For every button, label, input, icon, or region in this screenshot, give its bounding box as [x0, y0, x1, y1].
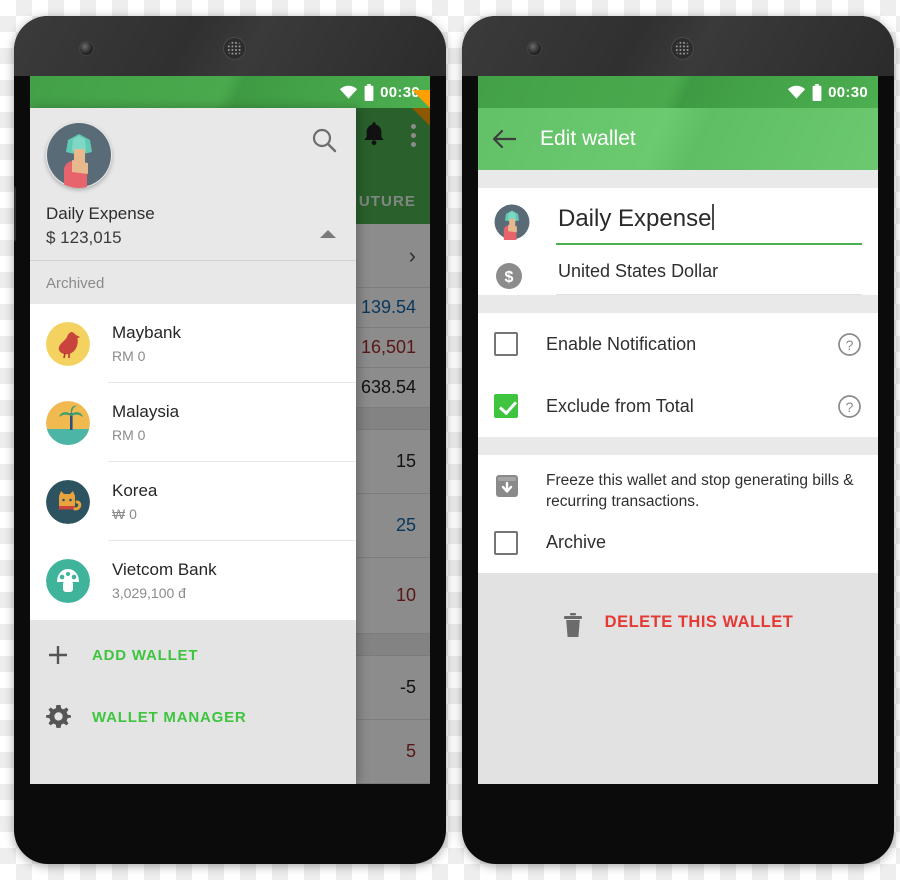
archive-card: Freeze this wallet and stop generating b… — [478, 455, 878, 573]
wallet-balance: 3,029,100 đ — [112, 585, 186, 601]
currency-field-body: United States Dollar — [556, 245, 862, 295]
page-title: Edit wallet — [540, 127, 636, 150]
delete-wallet-button[interactable]: DELETE THIS WALLET — [478, 572, 878, 784]
help-circle-icon[interactable]: ? — [837, 332, 862, 357]
archive-row[interactable]: Archive — [478, 513, 878, 573]
phone-bezel-top — [462, 16, 894, 76]
list-item-text: Maybank RM 0 — [112, 323, 181, 364]
earpiece-speaker-icon — [223, 37, 246, 60]
money-hand-avatar-icon — [494, 204, 530, 240]
text-cursor — [712, 204, 715, 230]
drawer-actions: ADD WALLET WALLET MANAGER — [30, 620, 356, 784]
left-screen: 00:30 UTURE › 139.54 16,501 638.54 15 25… — [30, 76, 430, 784]
drawer-wallet-balance: $ 123,015 — [46, 228, 122, 247]
wallet-list: Maybank RM 0 Malaysia RM 0 Korea ₩ 0 Vie… — [30, 304, 356, 620]
money-hand-avatar-icon — [47, 123, 111, 188]
list-item[interactable]: Vietcom Bank 3,029,100 đ — [30, 541, 356, 620]
dollar-coin-icon: $ — [496, 263, 522, 289]
mushroom-avatar-icon — [46, 558, 90, 603]
exclude-from-total-label: Exclude from Total — [546, 395, 694, 416]
status-bar-time: 00:30 — [828, 83, 868, 101]
wallet-name-row[interactable]: Daily Expense — [478, 188, 878, 245]
exclude-from-total-checkbox[interactable] — [494, 394, 518, 418]
add-wallet-label: ADD WALLET — [92, 646, 199, 664]
front-camera-icon — [528, 42, 541, 55]
trash-icon — [563, 612, 582, 637]
archive-box-icon — [496, 475, 518, 497]
bird-avatar-icon — [46, 321, 90, 366]
archive-checkbox[interactable] — [494, 530, 518, 555]
wallet-name: Maybank — [112, 323, 181, 342]
search-icon — [312, 128, 337, 153]
archive-label: Archive — [546, 532, 607, 553]
edit-wallet-screen: Edit wallet Daily Expense $ United State… — [478, 108, 878, 784]
help-circle-icon[interactable]: ? — [837, 394, 862, 419]
list-item[interactable]: Malaysia RM 0 — [30, 383, 356, 462]
wallet-info-card: Daily Expense $ United States Dollar — [478, 188, 878, 295]
plus-icon — [46, 643, 92, 667]
enable-notification-checkbox[interactable] — [494, 332, 518, 356]
front-camera-icon — [80, 42, 93, 55]
status-bar-right: 00:30 — [478, 76, 878, 108]
drawer-wallet-name: Daily Expense — [46, 204, 155, 223]
battery-icon — [364, 83, 374, 101]
spacer — [478, 437, 878, 455]
spacer — [478, 170, 878, 188]
gear-icon — [46, 704, 92, 730]
wallet-name: Malaysia — [112, 402, 180, 421]
freeze-description-row: Freeze this wallet and stop generating b… — [478, 455, 878, 513]
earpiece-speaker-icon — [671, 37, 694, 60]
volume-button[interactable] — [14, 186, 16, 242]
cat-avatar-icon — [46, 479, 90, 524]
list-item-text: Korea ₩ 0 — [112, 481, 157, 522]
wallet-name: Korea — [112, 481, 158, 500]
phone-left: 00:30 UTURE › 139.54 16,501 638.54 15 25… — [14, 16, 446, 864]
add-wallet-button[interactable]: ADD WALLET — [30, 624, 356, 686]
right-screen: 00:30 Edit wallet Daily Expense $ United… — [478, 76, 878, 784]
app-bar: Edit wallet — [478, 108, 878, 170]
wallet-name-input[interactable]: Daily Expense — [556, 188, 862, 245]
wallet-name-field-body: Daily Expense — [556, 188, 862, 245]
drawer-header[interactable]: Daily Expense $ 123,015 — [30, 108, 356, 260]
phone-right: 00:30 Edit wallet Daily Expense $ United… — [462, 16, 894, 864]
wallet-name-value: Daily Expense — [558, 205, 712, 232]
spacer — [478, 295, 878, 313]
freeze-description: Freeze this wallet and stop generating b… — [546, 472, 854, 510]
field-icon: $ — [494, 245, 556, 291]
options-card: Enable Notification ? Exclude from Total… — [478, 313, 878, 437]
exclude-from-total-row[interactable]: Exclude from Total ? — [478, 375, 878, 437]
list-item[interactable]: Maybank RM 0 — [30, 304, 356, 383]
battery-icon — [812, 83, 822, 101]
list-item-text: Vietcom Bank 3,029,100 đ — [112, 560, 217, 601]
palm-beach-avatar-icon — [46, 400, 90, 445]
status-bar-left: 00:30 — [30, 76, 430, 108]
caret-up-icon[interactable] — [320, 230, 336, 238]
enable-notification-label: Enable Notification — [546, 333, 697, 354]
wallet-manager-button[interactable]: WALLET MANAGER — [30, 686, 356, 748]
wallet-balance: RM 0 — [112, 348, 146, 364]
drawer-section-archived: Archived — [30, 261, 356, 304]
flag-marker-icon — [412, 90, 430, 108]
list-item[interactable]: Korea ₩ 0 — [30, 462, 356, 541]
currency-input[interactable]: United States Dollar — [556, 245, 862, 295]
back-arrow-icon[interactable] — [492, 128, 518, 150]
wallet-balance: RM 0 — [112, 427, 146, 443]
delete-wallet-label: DELETE THIS WALLET — [604, 612, 794, 631]
svg-text:$: $ — [505, 269, 514, 286]
wifi-icon — [340, 85, 358, 99]
phone-bezel-top — [14, 16, 446, 76]
svg-text:?: ? — [846, 399, 854, 415]
list-item-text: Malaysia RM 0 — [112, 402, 179, 443]
navigation-drawer: Daily Expense $ 123,015 Archived Maybank — [30, 108, 356, 784]
wifi-icon — [788, 85, 806, 99]
search-button[interactable] — [310, 126, 340, 156]
wallet-manager-label: WALLET MANAGER — [92, 708, 247, 726]
enable-notification-row[interactable]: Enable Notification ? — [478, 313, 878, 375]
currency-row[interactable]: $ United States Dollar — [478, 245, 878, 295]
field-icon — [494, 188, 556, 240]
svg-text:?: ? — [846, 337, 854, 353]
wallet-name: Vietcom Bank — [112, 560, 217, 579]
wallet-balance: ₩ 0 — [112, 506, 137, 522]
